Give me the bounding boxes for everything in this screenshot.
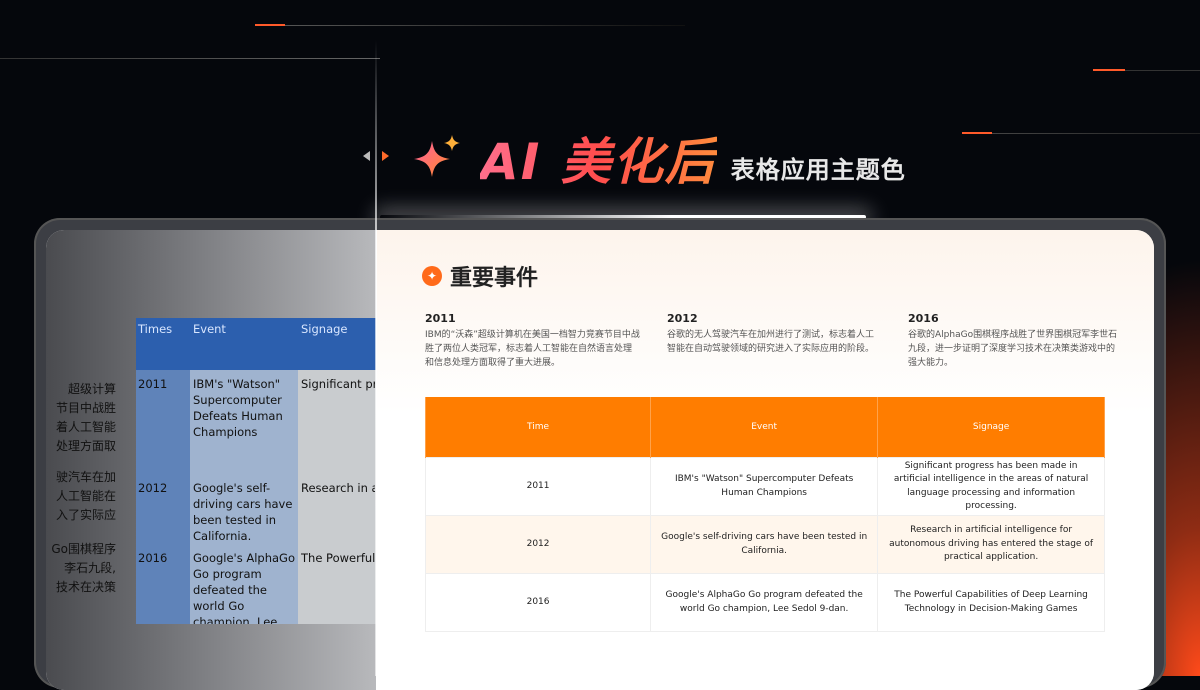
compare-divider[interactable] [375,40,377,676]
table-row: 2011 IBM's "Watson" Supercomputer Defeat… [424,457,1105,516]
chevron-right-icon[interactable] [382,151,389,161]
deco-line [285,25,685,26]
before-header-cell: Signage [301,322,348,336]
before-text-block: Go围棋程序 李石九段, 技术在决策 [51,542,116,594]
before-text-block: 驶汽车在加 人工智能在 入了实际应 [55,470,116,522]
before-column [136,370,190,624]
table-cell-signage: The Powerful Capabilities of Deep Learni… [877,573,1105,632]
table-cell-signage: Significant progress has been made in ar… [877,457,1105,516]
chevron-left-icon[interactable] [363,151,370,161]
sparkle-icon [414,135,460,177]
deco-line [0,58,380,59]
headline: AI 美化后 表格应用主题色 [412,128,906,191]
section-title: ✦ 重要事件 [422,260,538,292]
deco-line [992,133,1200,134]
year-title: 2016 [908,312,939,325]
table-row: 2012 Google's self-driving cars have bee… [424,515,1105,574]
before-cell-signage: The Powerful Capabilities of Deep Learni… [301,551,375,565]
before-header-cell: Event [193,322,226,336]
events-table: Time Event Signage 2011 IBM's "Watson" S… [424,397,1105,632]
year-block: 2016 谷歌的AlphaGo围棋程序战胜了世界围棋冠军李世石九段，进一步证明了… [908,312,1123,370]
table-row: 2016 Google's AlphaGo Go program defeate… [424,573,1105,632]
headline-subtitle: 表格应用主题色 [730,155,906,184]
deco-line [1093,69,1125,71]
before-cell-event: IBM's "Watson" Supercomputer Defeats Hum… [193,377,283,439]
year-desc: 谷歌的无人驾驶汽车在加州进行了测试，标志着人工智能在自动驾驶领域的研究进入了实际… [667,330,875,354]
deco-line [962,132,992,134]
table-header-row: Time Event Signage [424,397,1105,458]
table-header-cell: Event [650,397,879,458]
section-title-text: 重要事件 [450,266,539,291]
before-cell-signage: Research in artificial intelligence for … [301,481,375,495]
year-desc: 谷歌的AlphaGo围棋程序战胜了世界围棋冠军李世石九段，进一步证明了深度学习技… [908,330,1118,368]
before-cell-year: 2012 [138,481,168,495]
before-cell-event: Google's self-driving cars have been tes… [193,481,293,543]
deco-line [1125,70,1200,71]
device-screen: 超级计算 节目中战胜 着人工智能 处理方面取 驶汽车在加 人工智能在 入了实际应… [46,230,1154,690]
year-block: 2011 IBM的“沃森”超级计算机在美国一档智力竞赛节目中战胜了两位人类冠军，… [425,312,640,370]
table-cell-time: 2016 [424,573,652,632]
table-header-cell: Time [424,397,652,458]
table-cell-time: 2012 [424,515,652,574]
year-title: 2012 [667,312,698,325]
before-header-cell: Times [138,322,173,336]
before-cell-signage: Significant progress has been made in ar… [301,377,375,391]
table-cell-signage: Research in artificial intelligence for … [877,515,1105,574]
deco-line [255,24,285,26]
before-panel: 超级计算 节目中战胜 着人工智能 处理方面取 驶汽车在加 人工智能在 入了实际应… [46,230,376,690]
before-text-block: 超级计算 节目中战胜 着人工智能 处理方面取 [55,382,116,453]
headline-title: AI 美化后 [480,122,717,194]
before-cell-year: 2011 [138,377,168,391]
sparkle-badge-icon: ✦ [422,266,442,286]
table-cell-event: IBM's "Watson" Supercomputer Defeats Hum… [650,457,879,516]
before-cell-event: Google's AlphaGo Go program defeated the… [193,551,296,624]
year-desc: IBM的“沃森”超级计算机在美国一档智力竞赛节目中战胜了两位人类冠军，标志着人工… [425,330,640,368]
table-header-cell: Signage [877,397,1105,458]
table-cell-event: Google's AlphaGo Go program defeated the… [650,573,879,632]
table-cell-event: Google's self-driving cars have been tes… [650,515,879,574]
year-title: 2011 [425,312,456,325]
after-panel: ✦ 重要事件 2011 IBM的“沃森”超级计算机在美国一档智力竞赛节目中战胜了… [377,230,1154,690]
year-block: 2012 谷歌的无人驾驶汽车在加州进行了测试，标志着人工智能在自动驾驶领域的研究… [667,312,882,356]
before-cell-year: 2016 [138,551,168,565]
table-cell-time: 2011 [424,457,652,516]
